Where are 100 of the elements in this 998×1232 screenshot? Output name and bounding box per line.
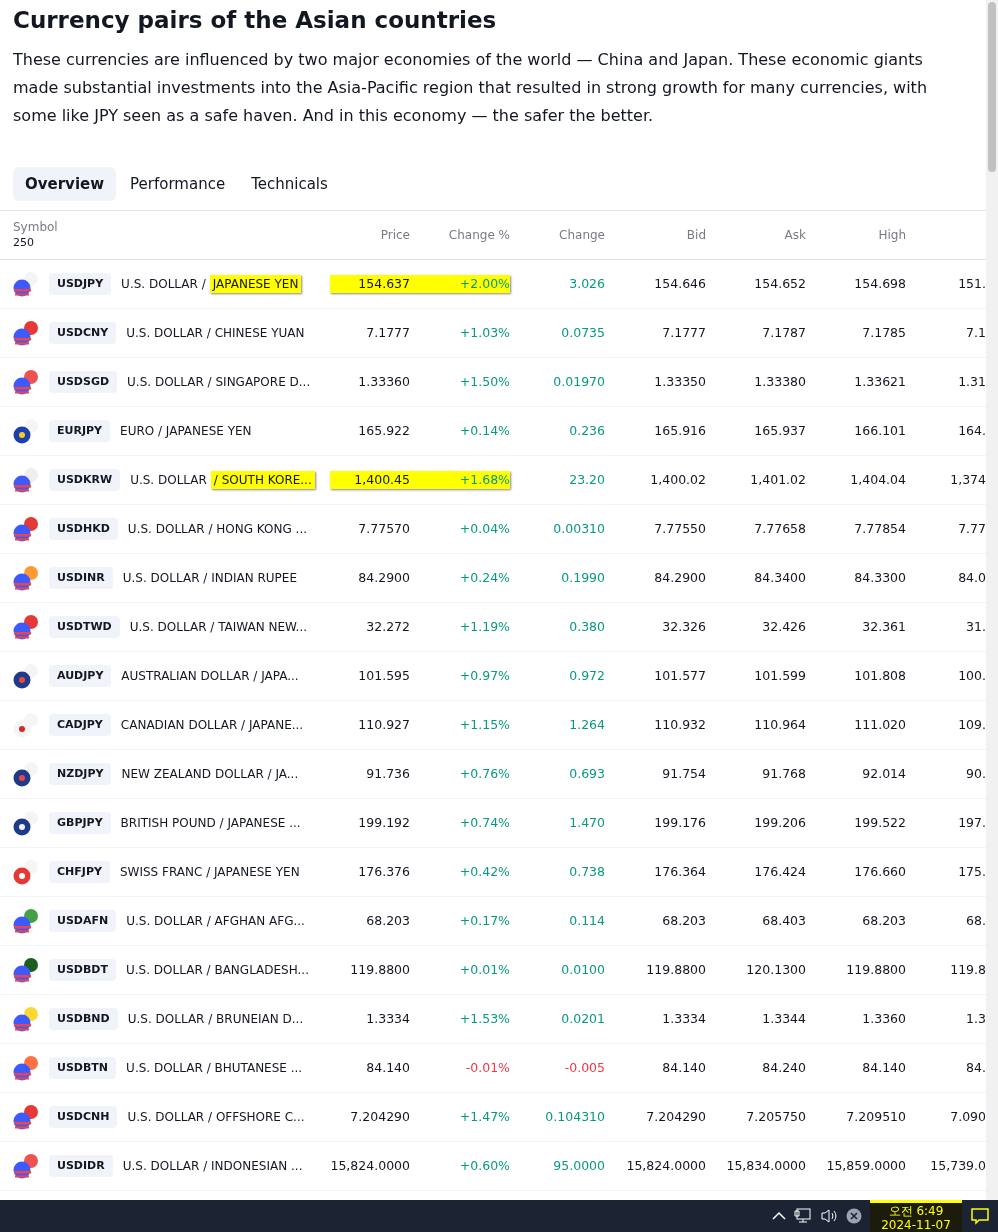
- low-cell: 7.1: [966, 324, 986, 340]
- currency-flags-icon: [13, 663, 39, 689]
- column-header[interactable]: Bid: [686, 228, 706, 242]
- scrollbar[interactable]: [986, 0, 998, 1200]
- pair-name: U.S. DOLLAR /: [121, 276, 206, 293]
- ask-cell: 84.3400: [754, 569, 806, 585]
- bid-cell: 7.204290: [646, 1108, 706, 1124]
- bid-cell: 84.140: [662, 1059, 706, 1075]
- highlighted-pair-name: JAPANESE YEN: [209, 275, 302, 293]
- column-header[interactable]: Change %: [448, 228, 510, 242]
- symbol-badge[interactable]: CADJPY: [49, 713, 111, 737]
- pair-name: NEW ZEALAND DOLLAR / JA...: [121, 766, 299, 783]
- symbol-badge[interactable]: USDJPY: [49, 272, 112, 296]
- high-cell: 154.698: [854, 275, 906, 291]
- currency-flags-icon: [13, 1104, 39, 1130]
- bid-cell: 7.1777: [662, 324, 706, 340]
- high-cell: 1,404.04: [850, 471, 906, 487]
- clock[interactable]: 오전 6:49 2024-11-07: [870, 1200, 962, 1232]
- ask-cell: 154.652: [754, 275, 806, 291]
- notification-icon[interactable]: [970, 1207, 990, 1225]
- column-header[interactable]: Ask: [784, 228, 806, 242]
- bid-cell: 1,400.02: [650, 471, 706, 487]
- high-cell: 176.660: [854, 863, 906, 879]
- clock-time: 오전 6:49: [888, 1204, 944, 1218]
- change-cell: 3.026: [569, 275, 605, 291]
- symbol-badge[interactable]: USDBDT: [49, 958, 116, 982]
- price-cell: 119.8800: [350, 961, 410, 977]
- pair-name: U.S. DOLLAR / INDONESIAN ...: [122, 1158, 303, 1175]
- currency-flags-icon: [13, 1055, 39, 1081]
- change-cell: 0.01970: [553, 373, 605, 389]
- symbol-badge[interactable]: EURJPY: [49, 419, 111, 443]
- symbol-badge[interactable]: USDTWD: [49, 615, 120, 639]
- symbol-badge[interactable]: USDKRW: [49, 468, 121, 492]
- currency-flags-icon: [13, 712, 39, 738]
- currency-flags-icon: [13, 1006, 39, 1032]
- price-cell: 7.77570: [358, 520, 410, 536]
- ask-cell: 120.1300: [746, 961, 806, 977]
- bid-cell: 110.932: [654, 716, 706, 732]
- change-percent-cell: +0.76%: [459, 765, 510, 781]
- column-header[interactable]: High: [878, 228, 906, 242]
- column-header[interactable]: Symbol: [13, 219, 330, 235]
- pair-name: U.S. DOLLAR: [130, 472, 207, 489]
- bid-cell: 91.754: [662, 765, 706, 781]
- low-cell: 68.: [966, 912, 986, 928]
- symbol-badge[interactable]: USDSGD: [49, 370, 118, 394]
- change-cell: 95.0000: [553, 1157, 605, 1173]
- pair-name: U.S. DOLLAR / HONG KONG ...: [127, 521, 307, 538]
- change-cell: 0.972: [569, 667, 605, 683]
- high-cell: 15,859.0000: [826, 1157, 906, 1173]
- low-cell: 84.0: [958, 569, 986, 585]
- change-cell: 1.470: [569, 814, 605, 830]
- ask-cell: 101.599: [754, 667, 806, 683]
- column-header[interactable]: Change: [559, 228, 605, 242]
- low-cell: 90.: [966, 765, 986, 781]
- low-cell: 1,374: [950, 471, 986, 487]
- network-icon[interactable]: [794, 1208, 812, 1224]
- high-cell: 1.3360: [862, 1010, 906, 1026]
- change-cell: 0.693: [569, 765, 605, 781]
- symbol-badge[interactable]: USDIDR: [49, 1154, 113, 1178]
- symbol-badge[interactable]: USDBND: [49, 1007, 118, 1031]
- pair-name: U.S. DOLLAR / SINGAPORE D...: [127, 374, 311, 391]
- column-header[interactable]: Price: [380, 228, 410, 242]
- pair-name: U.S. DOLLAR / BANGLADESH...: [126, 962, 309, 979]
- page-description: These currencies are influenced by two major economies of the world — China and Japan. These economic giants made substantial investments into the Asia-Pacific region that resulted in strong growth for many currencies, with some like JPY seen as a safe haven. And in this economy — the safer the better.: [12, 49, 929, 127]
- change-percent-cell: +0.74%: [459, 814, 510, 830]
- symbol-badge[interactable]: USDBTN: [49, 1056, 117, 1080]
- symbol-badge[interactable]: GBPJPY: [49, 811, 111, 835]
- tab[interactable]: Technicals: [239, 167, 340, 201]
- high-cell: 111.020: [854, 716, 906, 732]
- change-percent-cell: +0.01%: [459, 961, 510, 977]
- bid-cell: 1.33350: [654, 373, 706, 389]
- tab[interactable]: Performance: [118, 167, 238, 201]
- speaker-icon[interactable]: [820, 1208, 838, 1224]
- symbol-badge[interactable]: USDINR: [49, 566, 113, 590]
- symbol-count: 250: [13, 235, 35, 251]
- symbol-badge[interactable]: USDCNH: [49, 1105, 118, 1129]
- close-circle-icon[interactable]: [846, 1208, 862, 1224]
- symbol-badge[interactable]: AUDJPY: [49, 664, 112, 688]
- high-cell: 166.101: [854, 422, 906, 438]
- symbol-badge[interactable]: USDAFN: [49, 909, 117, 933]
- pair-name: AUSTRALIAN DOLLAR / JAPA...: [121, 668, 299, 685]
- high-cell: 68.203: [862, 912, 906, 928]
- change-percent-cell: +0.24%: [459, 569, 510, 585]
- ask-cell: 91.768: [762, 765, 806, 781]
- bid-cell: 165.916: [654, 422, 706, 438]
- symbol-badge[interactable]: USDCNY: [49, 321, 117, 345]
- symbol-badge[interactable]: CHFJPY: [49, 860, 110, 884]
- change-cell: 0.738: [569, 863, 605, 879]
- symbol-badge[interactable]: NZDJPY: [49, 762, 112, 786]
- tab[interactable]: Overview: [13, 167, 117, 201]
- clock-date: 2024-11-07: [881, 1218, 951, 1232]
- pair-name: U.S. DOLLAR / CHINESE YUAN: [126, 325, 305, 342]
- chevron-up-icon[interactable]: [772, 1211, 786, 1221]
- change-percent-cell: -0.01%: [465, 1059, 510, 1075]
- low-cell: 1.31: [958, 373, 986, 389]
- pair-name: U.S. DOLLAR / INDIAN RUPEE: [122, 570, 297, 587]
- bid-cell: 154.646: [654, 275, 706, 291]
- symbol-badge[interactable]: USDHKD: [49, 517, 118, 541]
- price-cell: 1.3334: [366, 1010, 410, 1026]
- change-percent-cell: +0.14%: [459, 422, 510, 438]
